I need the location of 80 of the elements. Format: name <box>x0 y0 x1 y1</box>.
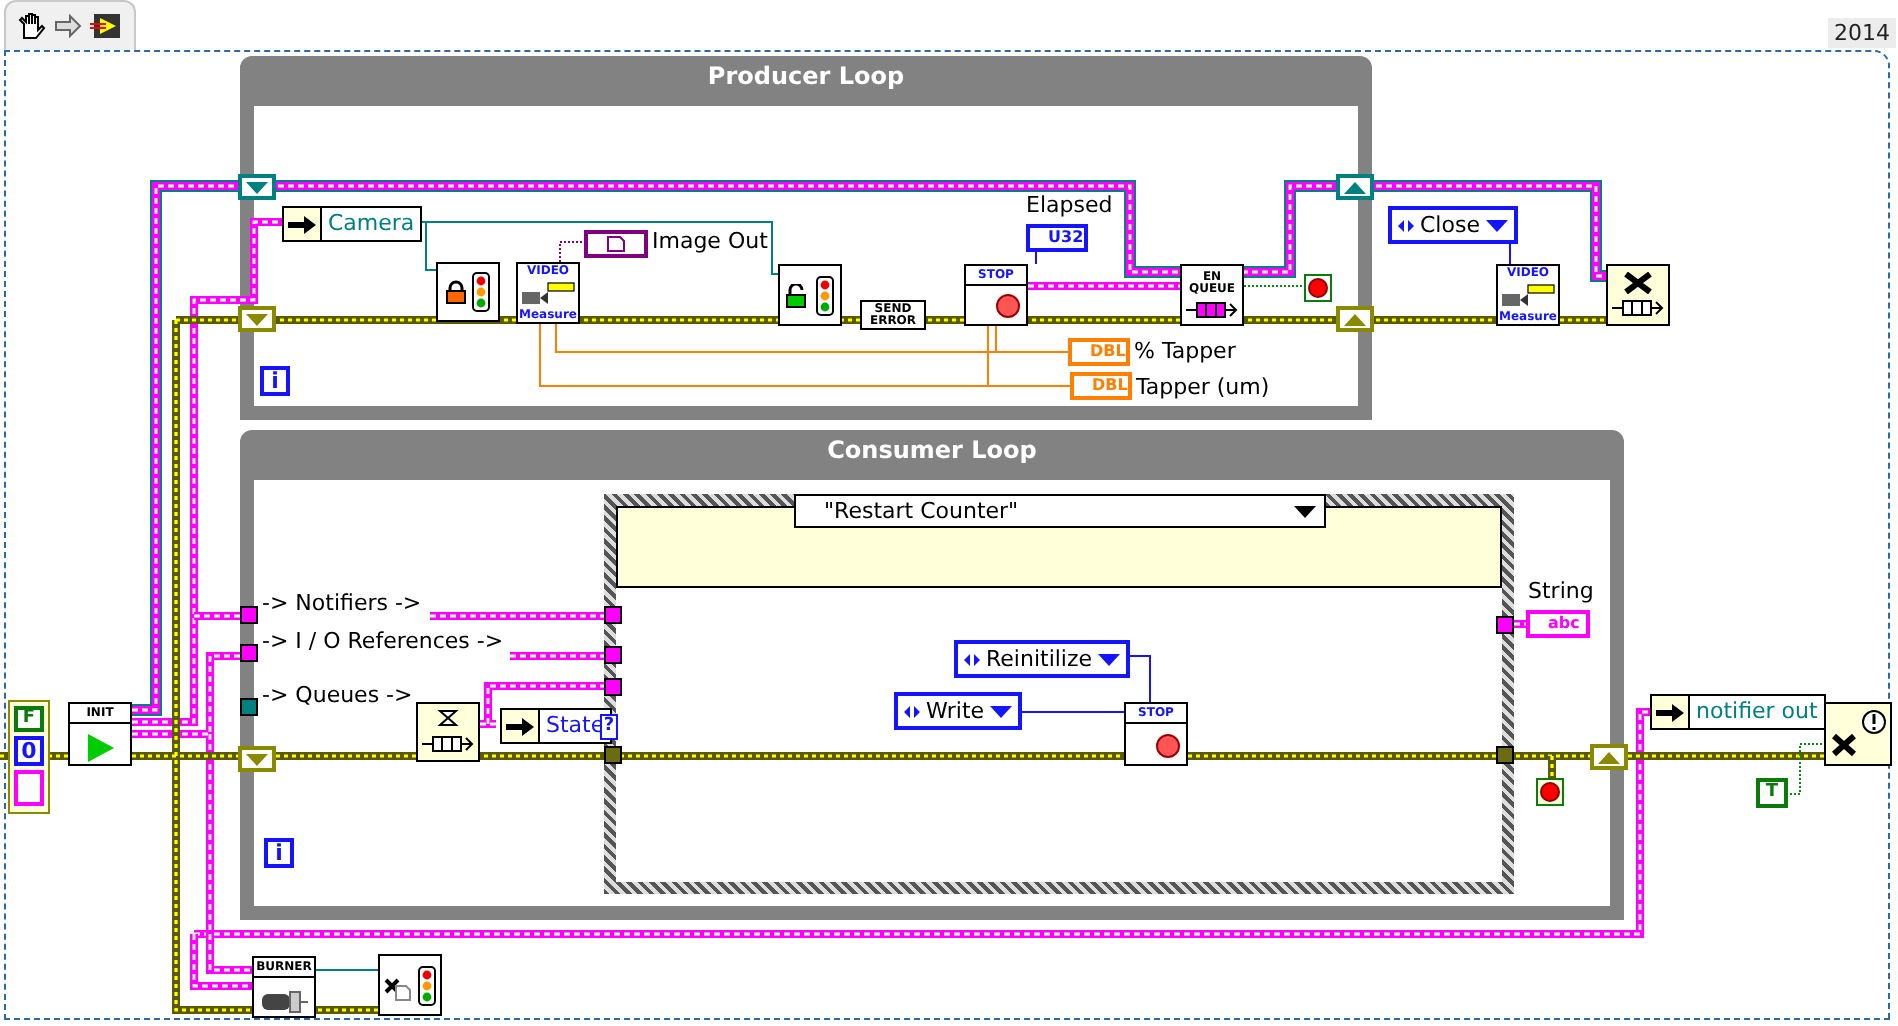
numeric-indicator: DBL <box>1068 338 1130 366</box>
stop-button-icon <box>1536 778 1564 806</box>
up-triangle-icon <box>1598 751 1620 763</box>
image-icon <box>606 236 626 252</box>
indicator-label: % Tapper <box>1134 338 1236 364</box>
queue-icon <box>1612 298 1664 318</box>
queue-icon <box>1186 300 1238 320</box>
case-selector[interactable]: "Restart Counter" <box>794 494 1326 528</box>
camera-unbundle: Camera <box>282 206 423 242</box>
warning-x-icon <box>1828 708 1888 760</box>
indicator-label: Elapsed <box>1026 192 1113 218</box>
camera-ruler-icon <box>1500 283 1556 307</box>
string-indicator: abc <box>1526 610 1590 638</box>
increment-arrows-icon <box>964 653 980 665</box>
loop-title: Producer Loop <box>705 62 907 90</box>
camera-ruler-icon <box>520 281 576 305</box>
wire-label: -> I / O References -> <box>262 628 504 654</box>
increment-arrows-icon <box>904 705 920 717</box>
play-icon <box>84 732 116 764</box>
lock-node[interactable] <box>436 262 500 322</box>
string-constant <box>14 770 44 806</box>
unlock-node[interactable] <box>778 264 842 326</box>
arrow-icon <box>288 215 316 233</box>
highlight-execution-icon[interactable] <box>90 12 122 40</box>
wire-label: -> Queues -> <box>262 682 413 708</box>
tunnel <box>1496 746 1514 764</box>
down-triangle-icon <box>1294 505 1316 517</box>
notifier-unbundle: notifier out <box>1650 694 1826 730</box>
numeric-indicator: U32 <box>1026 224 1088 252</box>
traffic-light-icon <box>418 965 437 1005</box>
indicator-label: Image Out <box>652 228 768 254</box>
arrow-icon <box>1656 703 1684 721</box>
down-triangle-icon <box>246 181 268 193</box>
down-triangle-icon <box>246 313 268 325</box>
queue-icon <box>422 734 474 754</box>
close-x-icon <box>1624 272 1652 294</box>
arrow-icon[interactable] <box>54 14 82 38</box>
release-queue-node[interactable] <box>1606 264 1670 326</box>
padlock-icon <box>785 283 806 307</box>
loop-title: Consumer Loop <box>825 436 1039 464</box>
hand-icon[interactable] <box>18 12 46 40</box>
burner-icon <box>258 988 310 1016</box>
indicator-label: Tapper (um) <box>1136 374 1270 400</box>
stop-button[interactable] <box>1304 272 1332 300</box>
hourglass-icon <box>436 710 460 726</box>
version-label: 2014 <box>1828 18 1896 48</box>
enum-constant[interactable]: Reinitilize <box>954 640 1131 678</box>
arrow-icon <box>506 717 534 735</box>
enum-constant[interactable]: Write <box>894 692 1023 730</box>
tunnel <box>604 606 622 624</box>
indicator-label: String <box>1528 578 1594 604</box>
down-triangle-icon <box>1098 653 1121 665</box>
close-node[interactable] <box>378 954 442 1016</box>
selector-terminal: ? <box>600 714 618 740</box>
traffic-light-icon <box>816 275 835 315</box>
stop-sign-icon <box>996 294 1020 318</box>
tunnel <box>240 606 258 624</box>
stop-button-icon <box>1304 274 1332 302</box>
stop-sign-icon <box>1156 734 1180 758</box>
down-triangle-icon <box>246 753 268 765</box>
down-triangle-icon <box>1485 219 1508 231</box>
numeric-constant: 0 <box>14 736 44 766</box>
wire-label: -> Notifiers -> <box>262 590 422 616</box>
iteration-terminal: i <box>260 366 290 396</box>
dequeue-node[interactable] <box>416 702 480 762</box>
tunnel <box>240 698 258 716</box>
stop-button[interactable] <box>1536 776 1564 804</box>
enum-constant[interactable]: Close <box>1388 206 1518 244</box>
tunnel <box>240 644 258 662</box>
boolean-constant: T <box>1756 778 1788 808</box>
increment-arrows-icon <box>1398 219 1414 231</box>
down-triangle-icon <box>990 705 1013 717</box>
iteration-terminal: i <box>264 838 294 868</box>
error-handler-node[interactable] <box>1824 702 1892 766</box>
up-triangle-icon <box>1344 181 1366 193</box>
tunnel <box>1496 616 1514 634</box>
traffic-light-icon <box>472 272 491 312</box>
numeric-indicator: DBL <box>1070 372 1132 400</box>
up-triangle-icon <box>1344 313 1366 325</box>
padlock-icon <box>445 280 466 304</box>
